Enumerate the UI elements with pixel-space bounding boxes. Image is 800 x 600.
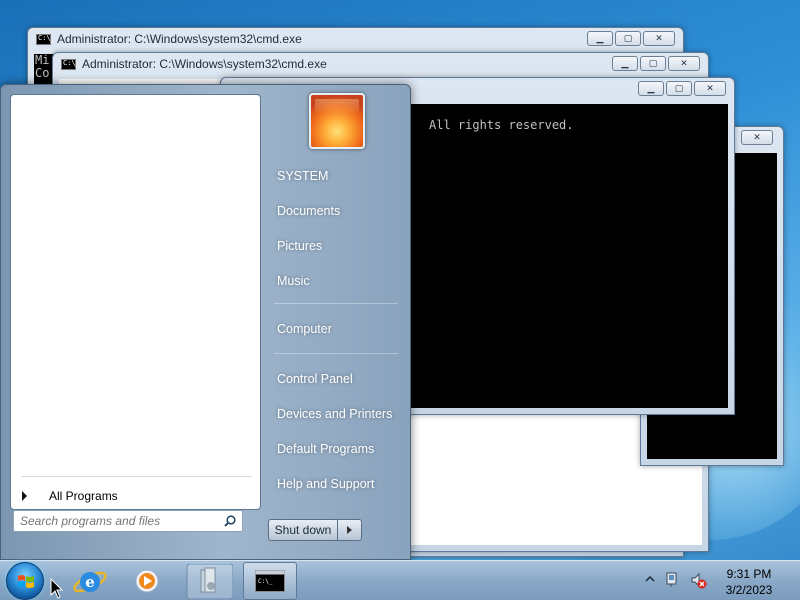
start-item-computer[interactable]: Computer (266, 316, 406, 351)
maximize-button[interactable]: ▢ (640, 56, 666, 71)
close-button[interactable]: ✕ (741, 130, 773, 145)
internet-explorer-icon[interactable]: e (64, 564, 116, 599)
window-titlebar[interactable]: Administrator: C:\Windows\system32\cmd.e… (28, 28, 683, 50)
svg-text:C:\_: C:\_ (258, 578, 273, 585)
start-item-music[interactable]: Music (266, 268, 406, 303)
command-prompt-icon: C:\_ (255, 570, 285, 592)
start-button[interactable] (6, 562, 44, 600)
window-titlebar[interactable]: Administrator: C:\Windows\system32\cmd.e… (53, 53, 708, 75)
library-icon[interactable] (181, 564, 233, 599)
taskbar-cmd-button[interactable]: C:\_ (243, 562, 297, 600)
network-icon[interactable] (664, 571, 684, 589)
start-item-help-support[interactable]: Help and Support (266, 471, 406, 506)
shutdown-button[interactable]: Shut down (268, 519, 338, 541)
mouse-cursor-icon (50, 578, 64, 599)
window-title: Administrator: C:\Windows\system32\cmd.e… (82, 57, 327, 71)
user-avatar[interactable] (309, 93, 365, 149)
close-button[interactable]: ✕ (643, 31, 675, 46)
minimize-button[interactable]: ▁ (638, 81, 664, 96)
window-title: Administrator: C:\Windows\system32\cmd.e… (57, 32, 302, 46)
shutdown-group: Shut down (268, 519, 362, 541)
cmd-icon (36, 33, 55, 45)
start-item-documents[interactable]: Documents (266, 198, 406, 233)
show-hidden-icons-icon[interactable] (645, 574, 655, 584)
clock-date: 3/2/2023 (725, 583, 773, 597)
all-programs-button[interactable]: All Programs (19, 485, 249, 507)
clock[interactable]: 9:31 PM 3/2/2023 (712, 566, 786, 598)
start-item-control-panel[interactable]: Control Panel (266, 366, 406, 401)
start-menu-divider (274, 303, 398, 304)
programs-pane: All Programs (10, 94, 261, 510)
caption-buttons: ▁ ▢ ✕ (587, 31, 675, 46)
caption-buttons: ▁ ▢ ✕ (612, 56, 700, 71)
start-item-default-programs[interactable]: Default Programs (266, 436, 406, 471)
close-button[interactable]: ✕ (694, 81, 726, 96)
start-menu: All Programs SYSTEM Documents Pictures M… (0, 84, 411, 560)
maximize-button[interactable]: ▢ (615, 31, 641, 46)
all-programs-label: All Programs (49, 489, 118, 503)
start-menu-divider (274, 353, 398, 354)
clock-time: 9:31 PM (726, 567, 772, 581)
taskbar: e C:\_ 9:31 PM 3/2/2023 (0, 560, 800, 600)
close-button[interactable]: ✕ (668, 56, 700, 71)
windows-logo-icon (18, 575, 34, 588)
start-right-pane: SYSTEM Documents Pictures Music Computer… (266, 163, 406, 506)
caption-buttons: ✕ (741, 130, 773, 145)
svg-text:e: e (85, 573, 95, 591)
cmd-icon (61, 58, 80, 70)
maximize-button[interactable]: ▢ (666, 81, 692, 96)
media-player-icon[interactable] (121, 564, 173, 599)
minimize-button[interactable]: ▁ (587, 31, 613, 46)
programs-divider (21, 476, 252, 477)
minimize-button[interactable]: ▁ (612, 56, 638, 71)
search-icon[interactable] (224, 515, 236, 527)
search-box[interactable] (13, 510, 243, 532)
start-item-user[interactable]: SYSTEM (266, 163, 406, 198)
start-item-pictures[interactable]: Pictures (266, 233, 406, 268)
shutdown-options-button[interactable] (338, 519, 362, 541)
arrow-right-icon (22, 491, 27, 501)
start-item-devices-printers[interactable]: Devices and Printers (266, 401, 406, 436)
volume-muted-icon[interactable] (690, 572, 708, 590)
caption-buttons: ▁ ▢ ✕ (638, 81, 726, 96)
search-input[interactable] (20, 514, 210, 528)
